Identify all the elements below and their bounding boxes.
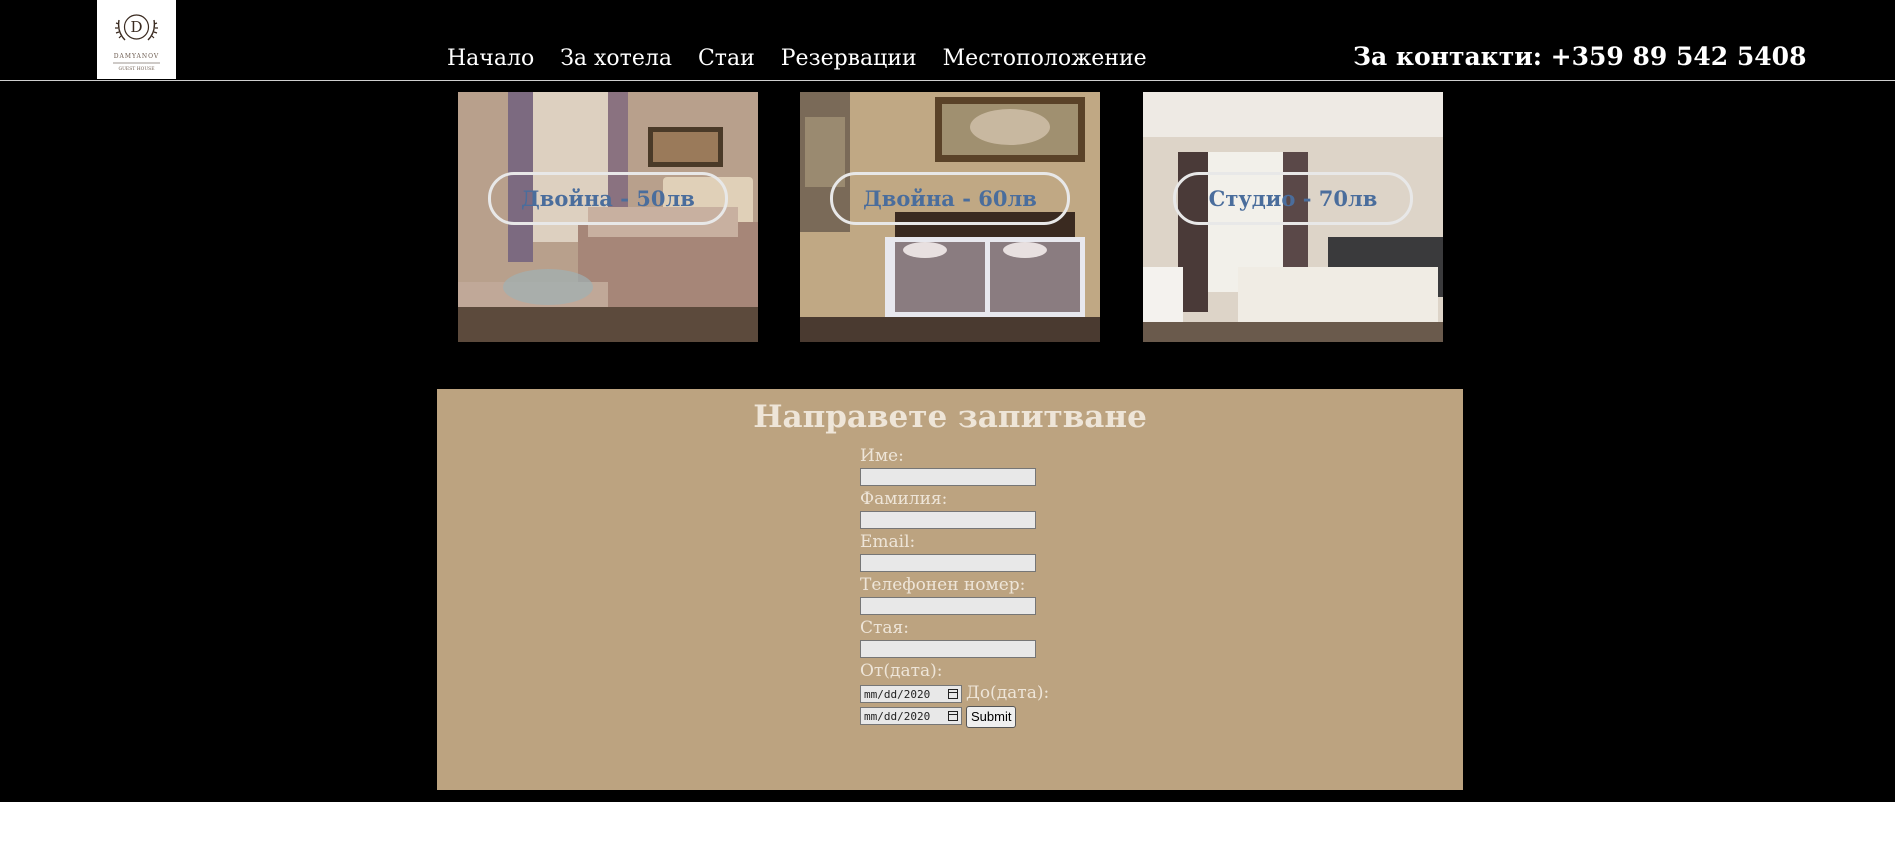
form-title: Направете запитване [753,399,1147,435]
page: D DAMYANOV GUEST HOUSE Начало За хотела … [0,0,1895,866]
from-date-placeholder: mm/dd/2020 [864,687,931,701]
phone-label: Телефонен номер: [860,575,1026,595]
first-name-label: Име: [860,446,904,466]
main-nav: Начало За хотела Стаи Резервации Местопо… [447,46,1147,72]
contact-phone: За контакти: +359 89 542 5408 [1353,42,1807,71]
hotel-logo[interactable]: D DAMYANOV GUEST HOUSE [97,0,176,79]
laurel-logo-icon: D DAMYANOV GUEST HOUSE [113,14,160,72]
room-card-double-50[interactable]: Двойна - 50лв [458,92,758,342]
nav-about[interactable]: За хотела [560,46,672,72]
email-label: Email: [860,532,916,552]
from-date-input[interactable]: mm/dd/2020 [860,685,962,703]
first-name-field[interactable] [860,468,1036,486]
logo-name: DAMYANOV [114,53,160,60]
room-card-studio-70[interactable]: Студио - 70лв [1143,92,1443,342]
phone-field[interactable] [860,597,1036,615]
email-field[interactable] [860,554,1036,572]
logo-initial: D [130,18,142,36]
submit-button[interactable]: Submit [966,706,1017,728]
last-name-label: Фамилия: [860,489,948,509]
nav-rooms[interactable]: Стаи [698,46,755,72]
room-label: Стая: [860,618,909,638]
room-price-label[interactable]: Студио - 70лв [1173,172,1413,225]
room-field[interactable] [860,640,1036,658]
to-date-label: До(дата): [966,683,1050,703]
nav-location[interactable]: Местоположение [943,46,1147,72]
from-date-label: От(дата): [860,661,943,681]
room-price-label[interactable]: Двойна - 60лв [830,172,1070,225]
nav-reservations[interactable]: Резервации [781,46,917,72]
calendar-icon[interactable] [948,689,958,699]
room-price-label[interactable]: Двойна - 50лв [488,172,728,225]
header-divider [0,80,1895,81]
room-card-double-60[interactable]: Двойна - 60лв [800,92,1100,342]
calendar-icon[interactable] [948,711,958,721]
to-date-input[interactable]: mm/dd/2020 [860,707,962,725]
nav-home[interactable]: Начало [447,46,534,72]
to-date-placeholder: mm/dd/2020 [864,709,931,723]
inquiry-form: Направете запитване Име: Фамилия: Email:… [437,389,1463,790]
logo-tagline: GUEST HOUSE [119,66,155,72]
last-name-field[interactable] [860,511,1036,529]
